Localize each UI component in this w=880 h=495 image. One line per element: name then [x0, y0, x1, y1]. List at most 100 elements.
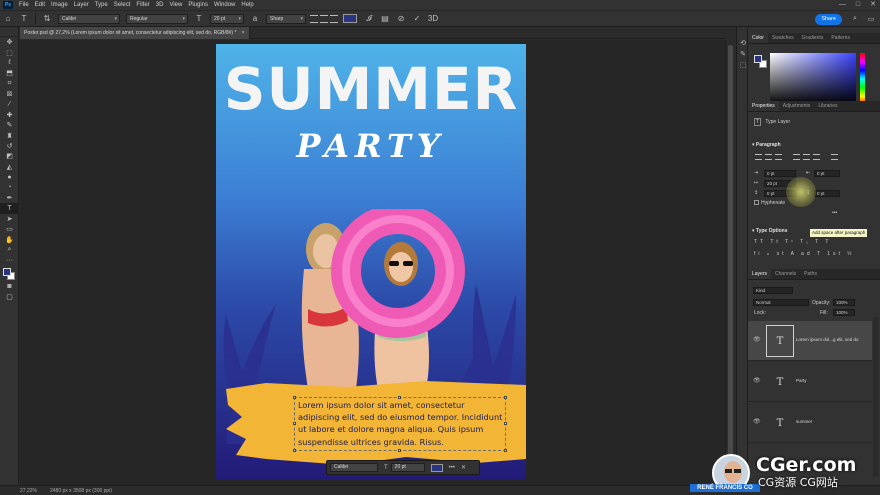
type-options-row-1[interactable]: TT Tt T¹ T₁ T T: [754, 239, 831, 245]
frame-tool-icon[interactable]: ⊠: [0, 89, 19, 99]
para-align-left-button[interactable]: [755, 154, 762, 160]
more-tools-icon[interactable]: ···: [0, 255, 19, 265]
close-window-icon[interactable]: ✕: [870, 0, 876, 10]
menu-filter[interactable]: Filter: [133, 0, 152, 10]
maximize-icon[interactable]: □: [856, 0, 860, 10]
justify-last-center-button[interactable]: [803, 154, 810, 160]
canvas-area[interactable]: SUMMER PARTY Lorem ipsum dolor sit amet,…: [20, 40, 725, 485]
layer-filter-select[interactable]: Kind: [753, 287, 793, 294]
tab-libraries[interactable]: Libraries: [814, 101, 841, 111]
type-tool-icon[interactable]: T: [0, 203, 19, 214]
space-after-field[interactable]: 0 pt: [814, 190, 840, 197]
tab-gradients[interactable]: Gradients: [798, 33, 828, 43]
justify-last-left-button[interactable]: [793, 154, 800, 160]
document-info[interactable]: 2480 px x 3508 px (300 ppi): [50, 488, 112, 494]
tab-patterns[interactable]: Patterns: [827, 33, 854, 43]
bbox-handle[interactable]: [293, 449, 296, 452]
paragraph-text[interactable]: Lorem ipsum dolor sit amet, consectetur …: [298, 399, 504, 448]
tab-paths[interactable]: Paths: [800, 269, 821, 279]
screen-mode-icon[interactable]: ▢: [0, 292, 19, 302]
menu-layer[interactable]: Layer: [71, 0, 92, 10]
justify-all-button[interactable]: [831, 154, 838, 160]
layer-row[interactable]: 👁 T Lorem ipsum dol...g elit, sed do: [748, 321, 872, 361]
tab-channels[interactable]: Channels: [771, 269, 800, 279]
bbox-handle[interactable]: [504, 422, 507, 425]
zoom-level[interactable]: 27,22%: [0, 488, 37, 494]
paragraph-more-button[interactable]: •••: [832, 210, 837, 216]
3d-icon[interactable]: 3D: [428, 14, 438, 24]
close-tab-icon[interactable]: ×: [242, 30, 245, 36]
rectangle-tool-icon[interactable]: ▭: [0, 224, 19, 234]
ctx-more-icon[interactable]: •••: [449, 465, 455, 471]
scroll-thumb[interactable]: [728, 45, 733, 485]
eyedropper-tool-icon[interactable]: ⁄: [0, 99, 19, 109]
align-right-button[interactable]: [330, 14, 338, 23]
menu-view[interactable]: View: [166, 0, 185, 10]
stamp-tool-icon[interactable]: ♜: [0, 131, 19, 141]
color-panel-swatches[interactable]: [754, 55, 768, 69]
color-picker-field[interactable]: [770, 53, 856, 105]
move-tool-icon[interactable]: ✥: [0, 37, 19, 47]
blend-mode-select[interactable]: Normal: [753, 299, 809, 306]
layer-row[interactable]: 👁 T summer: [748, 403, 872, 443]
bbox-handle[interactable]: [398, 449, 401, 452]
poster-artwork[interactable]: SUMMER PARTY Lorem ipsum dolor sit amet,…: [216, 44, 526, 480]
tab-adjustments[interactable]: Adjustments: [779, 101, 815, 111]
align-center-button[interactable]: [320, 14, 328, 23]
object-select-tool-icon[interactable]: ⬒: [0, 68, 19, 78]
paint-bucket-tool-icon[interactable]: ◭: [0, 162, 19, 172]
type-options-row-2[interactable]: fi ℴ st A ad T 1st ½: [754, 251, 854, 257]
document-tab[interactable]: Poster.psd @ 27,2% (Lorem ipsum dolor si…: [20, 27, 250, 39]
tab-layers[interactable]: Layers: [748, 269, 772, 279]
quick-mask-icon[interactable]: ◙: [0, 282, 19, 292]
home-icon[interactable]: ⌂: [3, 14, 13, 24]
ctx-font-select[interactable]: Calibri: [330, 463, 378, 472]
healing-brush-tool-icon[interactable]: ✚: [0, 110, 19, 120]
zoom-tool-icon[interactable]: ⌕: [0, 245, 19, 255]
eraser-tool-icon[interactable]: ◩: [0, 151, 19, 161]
history-brush-tool-icon[interactable]: ↺: [0, 141, 19, 151]
hue-slider[interactable]: [860, 53, 865, 105]
path-select-tool-icon[interactable]: ➤: [0, 214, 19, 224]
menu-plugins[interactable]: Plugins: [185, 0, 211, 10]
menu-help[interactable]: Help: [238, 0, 256, 10]
tab-swatches[interactable]: Swatches: [768, 33, 798, 43]
warp-text-icon[interactable]: 𝓘: [364, 14, 374, 24]
menu-window[interactable]: Window: [211, 0, 238, 10]
dodge-tool-icon[interactable]: ◔: [0, 182, 19, 192]
menu-file[interactable]: File: [16, 0, 32, 10]
foreground-swatch[interactable]: [754, 55, 762, 63]
brush-tool-icon[interactable]: ✎: [0, 120, 19, 130]
bbox-handle[interactable]: [504, 449, 507, 452]
crop-tool-icon[interactable]: ⌗: [0, 79, 19, 89]
foreground-color-swatch[interactable]: [3, 267, 11, 276]
character-panel-icon[interactable]: ▤: [380, 14, 390, 24]
share-button[interactable]: Share: [815, 14, 842, 25]
blur-tool-icon[interactable]: ●: [0, 172, 19, 182]
menu-edit[interactable]: Edit: [32, 0, 48, 10]
eye-icon[interactable]: 👁: [753, 336, 761, 343]
ctx-close-icon[interactable]: ✕: [461, 464, 466, 471]
para-align-center-button[interactable]: [765, 154, 772, 160]
font-family-select[interactable]: Calibri: [58, 13, 120, 24]
antialias-select[interactable]: Sharp: [266, 13, 306, 24]
ctx-size-select[interactable]: 20 pt: [390, 463, 425, 472]
menu-image[interactable]: Image: [48, 0, 71, 10]
text-orientation-icon[interactable]: ⇅: [42, 14, 52, 24]
menu-3d[interactable]: 3D: [153, 0, 167, 10]
eye-icon[interactable]: 👁: [753, 418, 761, 425]
minimize-icon[interactable]: —: [839, 0, 846, 10]
menu-select[interactable]: Select: [111, 0, 134, 10]
font-style-select[interactable]: Regular: [126, 13, 188, 24]
para-align-right-button[interactable]: [775, 154, 782, 160]
pen-tool-icon[interactable]: ✒: [0, 193, 19, 203]
vertical-scrollbar[interactable]: [725, 40, 735, 485]
justify-last-right-button[interactable]: [813, 154, 820, 160]
eye-icon[interactable]: 👁: [753, 377, 761, 384]
bbox-handle[interactable]: [293, 396, 296, 399]
hyphenate-checkbox[interactable]: [754, 200, 759, 206]
tools-grip[interactable]: [0, 27, 18, 37]
lasso-tool-icon[interactable]: ℓ: [0, 58, 19, 68]
font-size-select[interactable]: 20 pt: [210, 13, 244, 24]
search-icon[interactable]: ⌕: [850, 14, 860, 24]
